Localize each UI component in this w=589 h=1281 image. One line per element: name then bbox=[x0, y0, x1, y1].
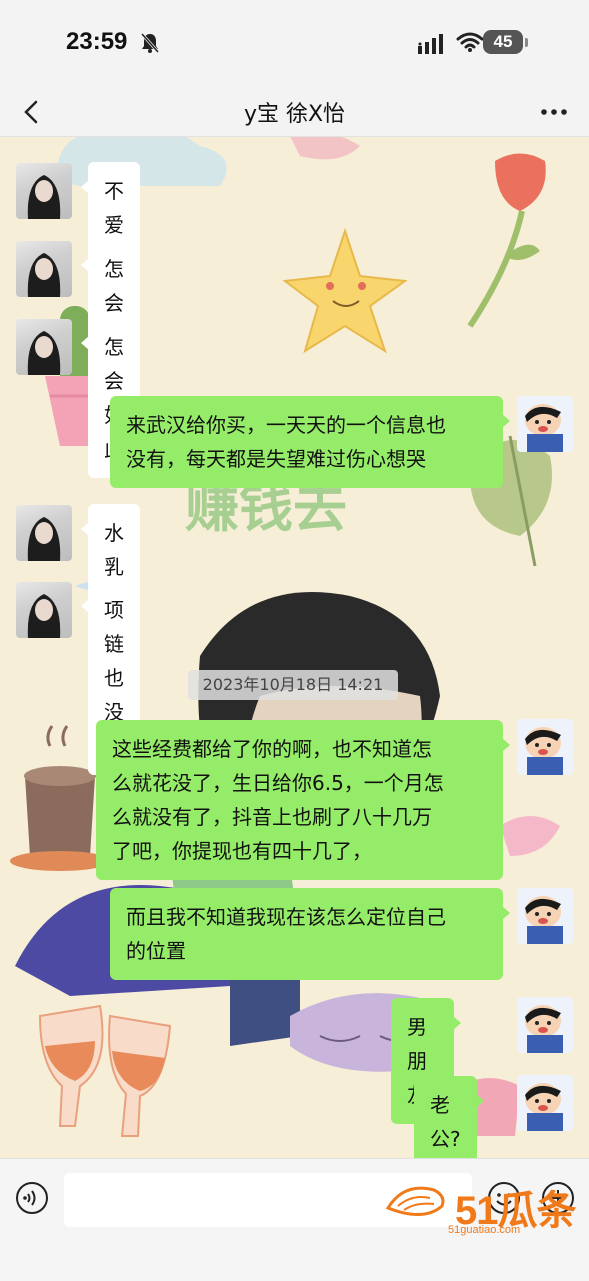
message-line: 来武汉给你买，一天天的一个信息也 bbox=[126, 413, 446, 437]
star-decoration bbox=[282, 227, 408, 354]
message-timestamp: 2023年10月18日 14:21 bbox=[188, 670, 398, 700]
message-bubble[interactable]: 来武汉给你买，一天天的一个信息也 没有，每天都是失望难过伤心想哭 bbox=[110, 396, 510, 488]
more-dots-icon[interactable] bbox=[538, 96, 570, 128]
voice-icon[interactable] bbox=[14, 1180, 50, 1216]
message-line: 的位置 bbox=[126, 939, 186, 963]
message-line: 了吧，你提现也有四十几了， bbox=[112, 839, 372, 863]
chat-title: y宝 徐X怡 bbox=[243, 102, 346, 127]
watermark-url: 51guatiao.com bbox=[448, 1224, 521, 1236]
my-avatar[interactable] bbox=[517, 719, 573, 775]
contact-avatar[interactable] bbox=[16, 505, 72, 561]
chat-header: y宝 徐X怡 bbox=[0, 88, 589, 137]
battery-icon: 45 bbox=[471, 30, 528, 56]
bell-muted-icon bbox=[140, 33, 160, 53]
message-bubble[interactable]: 老公? bbox=[414, 1076, 484, 1168]
my-avatar[interactable] bbox=[517, 997, 573, 1053]
signal-icon bbox=[418, 34, 443, 54]
contact-avatar[interactable] bbox=[16, 582, 72, 638]
contact-avatar[interactable] bbox=[16, 319, 72, 375]
my-avatar[interactable] bbox=[517, 396, 573, 452]
status-time: 23:59 bbox=[66, 28, 128, 55]
battery-level: 45 bbox=[483, 30, 523, 54]
message-line: 这些经费都给了你的啊，也不知道怎 bbox=[112, 737, 432, 761]
watermark-logo-icon bbox=[385, 1186, 445, 1216]
contact-avatar[interactable] bbox=[16, 163, 72, 219]
watermark: 51瓜条 51guatiao.com bbox=[384, 1178, 584, 1242]
message-line: 而且我不知道我现在该怎么定位自己 bbox=[126, 905, 446, 929]
wine-glasses-decoration bbox=[38, 1004, 172, 1137]
message-line: 么就没有了，抖音上也刷了八十几万 bbox=[112, 805, 432, 829]
message-bubble[interactable]: 而且我不知道我现在该怎么定位自己 的位置 bbox=[110, 888, 510, 980]
status-bar: 23:59 45 bbox=[0, 0, 589, 88]
message-line: 没有，每天都是失望难过伤心想哭 bbox=[126, 447, 426, 471]
message-line: 么就花没了，生日给你6.5，一个月怎 bbox=[112, 771, 444, 795]
message-bubble[interactable]: 这些经费都给了你的啊，也不知道怎 么就花没了，生日给你6.5，一个月怎 么就没有… bbox=[96, 720, 510, 880]
tulip-decoration bbox=[467, 153, 546, 328]
my-avatar[interactable] bbox=[517, 888, 573, 944]
my-avatar[interactable] bbox=[517, 1075, 573, 1131]
contact-avatar[interactable] bbox=[16, 241, 72, 297]
